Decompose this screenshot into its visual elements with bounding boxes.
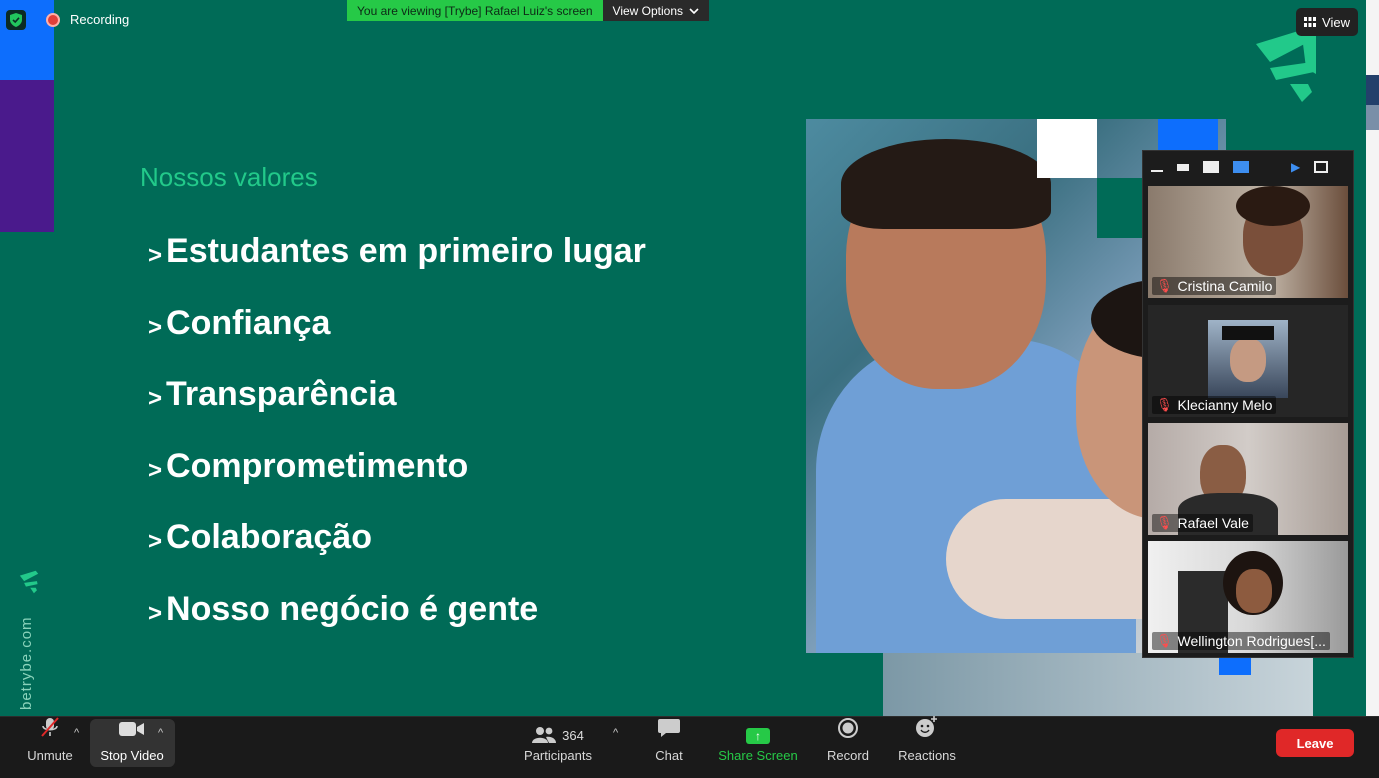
gallery-view-icon[interactable]: [1233, 161, 1249, 173]
decor-blue-square: [1158, 119, 1218, 151]
reactions-icon: [915, 716, 939, 744]
value-text: Nosso negócio é gente: [166, 589, 539, 628]
value-item: > Estudantes em primeiro lugar: [148, 232, 646, 270]
value-item: > Transparência: [148, 375, 397, 413]
reactions-button[interactable]: Reactions: [894, 716, 960, 769]
speaker-view-icon[interactable]: [1203, 161, 1219, 173]
record-dot-icon: [46, 12, 60, 27]
stop-video-label: Stop Video: [100, 748, 164, 763]
viewing-banner: You are viewing [Trybe] Rafael Luiz's sc…: [347, 0, 710, 21]
decor-teal-block: [1097, 178, 1143, 238]
unmute-button[interactable]: Unmute: [22, 717, 78, 769]
reactions-label: Reactions: [898, 748, 956, 763]
participants-button[interactable]: 364 Participants: [520, 717, 596, 769]
value-text: Transparência: [166, 375, 397, 413]
share-screen-label: Share Screen: [718, 748, 798, 763]
view-options-label: View Options: [612, 3, 684, 18]
stop-video-button[interactable]: Stop Video: [94, 717, 170, 769]
participant-tile[interactable]: 🎙 Rafael Vale: [1148, 423, 1348, 535]
chevron-down-icon: [689, 7, 699, 14]
gallery-toolbar: ▶: [1143, 151, 1353, 183]
grid-view-icon: [1304, 17, 1317, 27]
video-options-caret-icon[interactable]: ^: [158, 727, 163, 739]
shared-screen: Recording You are viewing [Trybe] Rafael…: [0, 0, 1366, 716]
view-button[interactable]: View: [1296, 8, 1358, 36]
participant-name: 🎙 Cristina Camilo: [1152, 277, 1277, 295]
video-camera-icon: [119, 720, 145, 744]
mic-muted-icon: 🎙: [1156, 397, 1173, 412]
participant-tile[interactable]: 🎙 Klecianny Melo: [1148, 305, 1348, 417]
pop-out-icon[interactable]: [1314, 161, 1329, 173]
mic-muted-icon: [39, 716, 61, 744]
recording-label: Recording: [70, 12, 130, 27]
participant-tile[interactable]: 🎙 Wellington Rodrigues[...: [1148, 541, 1348, 653]
participants-options-caret-icon[interactable]: ^: [613, 727, 618, 739]
participant-tile[interactable]: 🎙 Cristina Camilo: [1148, 186, 1348, 298]
audio-options-caret-icon[interactable]: ^: [74, 727, 79, 739]
participants-count: 364: [562, 727, 584, 743]
view-options-button[interactable]: View Options: [602, 0, 710, 21]
share-screen-icon: ↑: [746, 728, 770, 744]
values-list: > Estudantes em primeiro lugar > Confiança…: [148, 232, 646, 661]
mic-muted-icon: 🎙: [1156, 515, 1173, 530]
unmute-label: Unmute: [27, 748, 73, 763]
value-text: Colaboração: [166, 518, 372, 556]
record-button[interactable]: Record: [822, 717, 874, 769]
next-page-icon[interactable]: ▶: [1291, 160, 1300, 174]
value-text: Comprometimento: [166, 446, 469, 485]
participant-name: 🎙 Rafael Vale: [1152, 514, 1253, 532]
trybe-logo: [1250, 28, 1322, 107]
leave-button[interactable]: Leave: [1276, 729, 1354, 757]
mic-muted-icon: 🎙: [1156, 278, 1173, 293]
participants-icon: 364: [532, 726, 584, 744]
chat-label: Chat: [655, 748, 683, 763]
recording-indicator[interactable]: Recording: [46, 12, 129, 27]
participant-name-text: Klecianny Melo: [1177, 397, 1273, 413]
trybe-small-logo: [18, 570, 40, 599]
participant-name-text: Wellington Rodrigues[...: [1177, 633, 1326, 649]
value-item: > Nosso negócio é gente: [148, 589, 539, 628]
participant-name-text: Cristina Camilo: [1177, 278, 1273, 294]
record-icon: [838, 718, 858, 744]
meeting-toolbar: Unmute ^ Stop Video ^ 364 Participants ^…: [0, 716, 1379, 778]
participant-name-text: Rafael Vale: [1177, 515, 1249, 531]
participant-name: 🎙 Klecianny Melo: [1152, 396, 1277, 414]
participant-avatar: [1208, 320, 1288, 398]
shield-icon[interactable]: [6, 10, 26, 30]
speaker-view-small-icon[interactable]: [1177, 163, 1189, 171]
minimize-icon[interactable]: [1151, 170, 1163, 172]
value-text: Confiança: [166, 303, 331, 342]
side-url-text: betrybe.com: [18, 616, 35, 710]
chat-icon: [658, 718, 680, 744]
value-item: > Comprometimento: [148, 446, 469, 485]
decor-purple-block: [0, 80, 54, 232]
slide-title: Nossos valores: [140, 162, 318, 192]
share-screen-button[interactable]: ↑ Share Screen: [714, 717, 802, 769]
decor-white-block: [1037, 119, 1097, 178]
value-item: > Confiança: [148, 303, 331, 342]
viewing-message: You are viewing [Trybe] Rafael Luiz's sc…: [347, 0, 603, 21]
participants-label: Participants: [524, 748, 592, 763]
view-button-label: View: [1322, 14, 1350, 30]
video-gallery-panel[interactable]: ▶ 🎙 Cristina Camilo 🎙 Klecianny Melo 🎙 Rafa…: [1142, 150, 1354, 658]
mic-muted-icon: 🎙: [1156, 633, 1173, 648]
chat-button[interactable]: Chat: [645, 717, 693, 769]
value-text: Estudantes em primeiro lugar: [166, 232, 646, 270]
background-window-edge: [1366, 0, 1379, 716]
value-item: > Colaboração: [148, 518, 372, 556]
participant-name: 🎙 Wellington Rodrigues[...: [1152, 632, 1330, 650]
record-label: Record: [827, 748, 869, 763]
